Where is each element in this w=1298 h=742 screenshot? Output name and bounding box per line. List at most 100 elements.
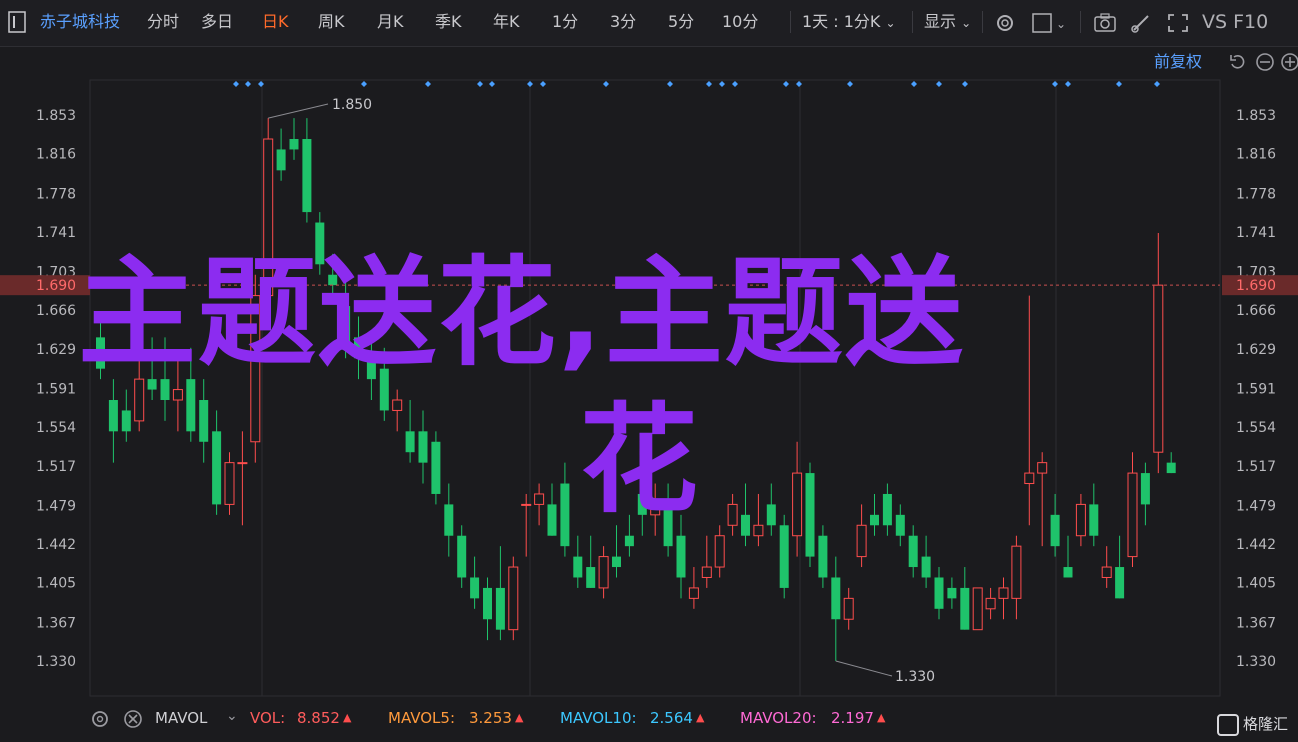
candle-body	[624, 535, 634, 547]
display-select[interactable]: 显示 ⌄	[924, 10, 971, 34]
period-tab-8[interactable]: 3分	[610, 10, 636, 34]
settings-gear-icon[interactable]	[994, 12, 1016, 38]
event-diamond-icon	[732, 81, 738, 87]
period-tab-1[interactable]: 多日	[201, 10, 233, 34]
zoom-out-icon[interactable]	[1255, 52, 1275, 76]
range-select-label: 1天 : 1分K	[802, 12, 881, 31]
zoom-in-icon[interactable]	[1280, 52, 1298, 76]
candle-body	[663, 504, 673, 547]
candle-body	[96, 337, 105, 369]
display-select-label: 显示	[924, 12, 957, 31]
candle-body	[1011, 545, 1022, 599]
candle-body	[1050, 514, 1060, 547]
candle-body	[701, 566, 712, 578]
indicator-label-2: MAVOL10:	[560, 709, 637, 727]
current-price-left: 1.690	[36, 278, 76, 294]
event-diamond-icon	[962, 81, 968, 87]
price-tick-right: 1.479	[1236, 498, 1276, 514]
up-arrow-icon: ▲	[877, 711, 886, 724]
vs-f10-button[interactable]: VS F10	[1202, 10, 1268, 34]
candle-body	[985, 597, 996, 610]
logo-text: 格隆汇	[1242, 715, 1288, 733]
indicator-value-3: 2.197	[831, 709, 874, 727]
candle-body	[1115, 567, 1125, 599]
price-tick-right: 1.554	[1236, 420, 1276, 436]
price-tick-right: 1.629	[1236, 342, 1276, 358]
candle-body	[495, 587, 505, 630]
candle-body	[921, 556, 931, 578]
toolbar-divider	[1080, 11, 1081, 33]
price-tick-left: 1.853	[36, 108, 76, 124]
period-tab-3[interactable]: 周K	[318, 10, 345, 34]
undo-icon[interactable]	[1228, 52, 1248, 76]
chevron-down-icon[interactable]: ⌄	[226, 706, 238, 726]
brush-icon[interactable]	[1130, 12, 1152, 38]
candle-body	[741, 514, 750, 536]
fullscreen-icon[interactable]	[1166, 12, 1190, 38]
event-diamond-icon	[1052, 81, 1058, 87]
adjust-mode-button[interactable]: 前复权	[1154, 50, 1202, 74]
price-tick-right: 1.853	[1236, 108, 1276, 124]
candle-body	[302, 139, 312, 213]
indicator-label-3: MAVOL20:	[740, 709, 817, 727]
candle-body	[341, 306, 351, 348]
kline-chart[interactable]: 1.8531.8161.7781.7411.7031.6661.6291.591…	[0, 46, 1298, 704]
candle-body	[366, 358, 376, 380]
chevron-down-icon: ⌄	[885, 16, 896, 30]
candle-body	[405, 431, 415, 453]
brand-logo: 格隆汇	[1216, 712, 1288, 736]
event-diamond-icon	[361, 81, 367, 87]
range-select[interactable]: 1天 : 1分K ⌄	[802, 10, 896, 34]
candle-body	[276, 149, 286, 171]
price-tick-left: 1.629	[36, 342, 76, 358]
candle-body	[379, 368, 389, 411]
candle-body	[392, 399, 403, 411]
indicator-close-icon[interactable]	[123, 709, 143, 733]
candle-body	[598, 556, 609, 589]
indicator-value-2: 2.564	[650, 709, 693, 727]
candle-body	[315, 222, 325, 265]
candle-body	[908, 535, 918, 568]
candle-body	[1153, 284, 1164, 453]
period-tab-10[interactable]: 10分	[722, 10, 758, 34]
indicator-bar: MAVOL ⌄ VOL: 8.852 ▲ MAVOL5: 3.253 ▲ MAVOL10: 2…	[0, 704, 1298, 742]
candle-body	[328, 274, 338, 286]
candle-body	[831, 577, 841, 620]
candle-body	[547, 504, 557, 536]
event-diamond-icon	[1154, 81, 1160, 87]
logo-mark-icon	[1216, 713, 1239, 736]
candle-body	[1140, 473, 1150, 505]
period-tab-2[interactable]: 日K	[262, 10, 289, 34]
period-tab-6[interactable]: 年K	[493, 10, 520, 34]
price-tick-left: 1.330	[36, 654, 76, 670]
panel-toggle-icon[interactable]	[8, 11, 26, 33]
candle-body	[882, 493, 892, 526]
event-diamond-icon	[936, 81, 942, 87]
event-diamond-icon	[796, 81, 802, 87]
stock-name-link[interactable]: 赤子城科技	[40, 10, 120, 34]
candle-body	[224, 462, 235, 505]
toolbar-divider	[912, 11, 913, 33]
period-tab-9[interactable]: 5分	[668, 10, 694, 34]
candle-body	[895, 514, 905, 536]
event-diamond-icon	[245, 81, 251, 87]
camera-icon[interactable]	[1093, 12, 1117, 38]
event-diamond-icon	[258, 81, 264, 87]
period-tab-4[interactable]: 月K	[377, 10, 404, 34]
price-tick-left: 1.479	[36, 498, 76, 514]
price-tick-left: 1.741	[36, 225, 76, 241]
candle-body	[212, 431, 222, 505]
toolbar-divider	[790, 11, 791, 33]
candle-body	[1166, 462, 1176, 474]
indicator-settings-icon[interactable]	[90, 709, 110, 733]
layout-square-icon[interactable]: ⌄	[1032, 12, 1068, 38]
period-tab-0[interactable]: 分时	[147, 10, 179, 34]
price-tick-left: 1.442	[36, 537, 76, 553]
low-pointer	[835, 660, 893, 677]
candle-body	[947, 587, 957, 599]
candle-body	[753, 524, 764, 537]
period-tab-7[interactable]: 1分	[552, 10, 578, 34]
candle-body	[172, 389, 183, 401]
period-tab-5[interactable]: 季K	[435, 10, 462, 34]
indicator-name[interactable]: MAVOL	[155, 708, 207, 728]
